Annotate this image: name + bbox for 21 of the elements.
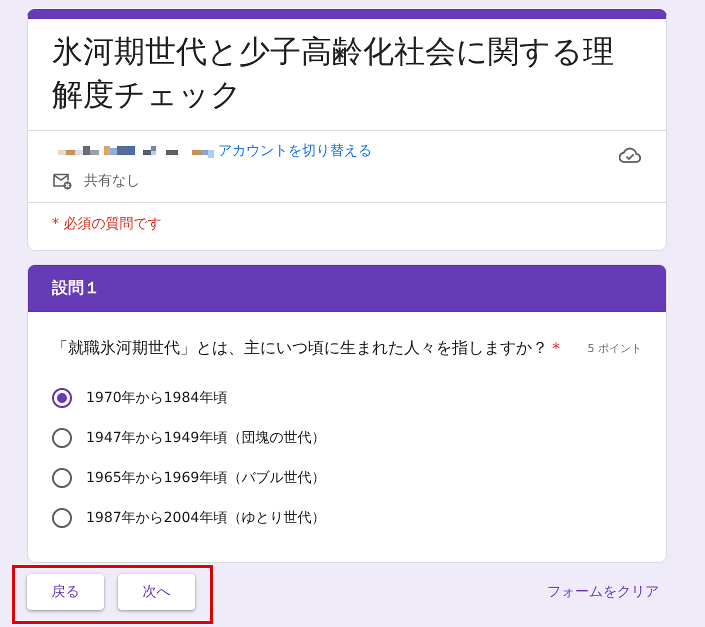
form-title: 氷河期世代と少子高齢化社会に関する理解度チェック xyxy=(52,33,615,115)
radio-button[interactable] xyxy=(52,428,72,448)
mail-off-icon xyxy=(52,171,72,191)
cloud-check-icon xyxy=(619,147,641,163)
required-mark: * xyxy=(552,338,560,358)
question-text: 「就職氷河期世代」とは、主にいつ頃に生まれた人々を指しますか？ xyxy=(52,338,548,358)
required-note: * 必須の質問です xyxy=(52,216,162,232)
nav-button[interactable]: 戻る xyxy=(27,574,104,610)
points-label: 5 ポイント xyxy=(588,340,642,356)
answer-option[interactable]: 1987年から2004年頃（ゆとり世代） xyxy=(52,498,642,538)
switch-account-link[interactable]: アカウントを切り替える xyxy=(218,142,372,160)
answer-option[interactable]: 1970年から1984年頃 xyxy=(52,378,642,418)
clear-form-link[interactable]: フォームをクリア xyxy=(547,583,659,601)
sharing-status: 共有なし xyxy=(84,172,140,190)
radio-button[interactable] xyxy=(52,388,72,408)
answer-option[interactable]: 1947年から1949年頃（団塊の世代） xyxy=(52,418,642,458)
section-title: 設問１ xyxy=(52,278,100,299)
answer-option[interactable]: 1965年から1969年頃（バブル世代） xyxy=(52,458,642,498)
radio-button[interactable] xyxy=(52,468,72,488)
nav-button[interactable]: 次へ xyxy=(118,574,195,610)
radio-button[interactable] xyxy=(52,508,72,528)
